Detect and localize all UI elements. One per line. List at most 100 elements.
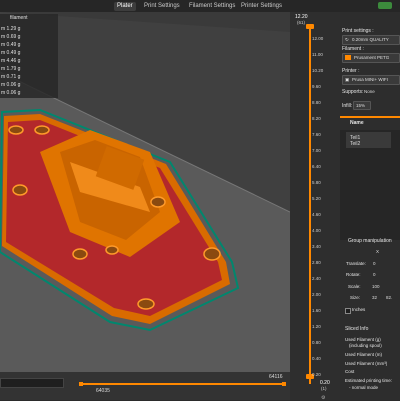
legend-row: m 4.46 g: [1, 58, 21, 64]
layer-tick-label: 2.40: [312, 276, 321, 281]
mount-hole-1: [8, 125, 24, 135]
layer-tick-label: 3.40: [312, 244, 321, 249]
slider-right-value: 64116: [269, 374, 283, 380]
rotate-value[interactable]: 0: [373, 272, 376, 277]
object-item[interactable]: Teil2: [350, 141, 360, 147]
legend-row: m 1.79 g: [1, 66, 21, 72]
legend-row: m 0.49 g: [1, 42, 21, 48]
tab-filament-settings[interactable]: Filament Settings: [186, 2, 238, 11]
size-label: Size:: [350, 295, 361, 300]
layer-tick-label: 8.20: [312, 116, 321, 121]
scale-label: Scale:: [348, 284, 361, 289]
layer-tick-label: 7.00: [312, 148, 321, 153]
refresh-icon: ↻: [345, 37, 349, 42]
filament-value: Prusament PETG: [354, 55, 390, 60]
slider-right-handle[interactable]: [282, 382, 286, 386]
printer-value: Prusa MINI+ WIFI: [352, 77, 388, 82]
slider-top-handle[interactable]: [306, 24, 314, 29]
used-filament-mm3-label: Used Filament (mm³): [345, 361, 388, 366]
printer-icon: ▣: [345, 77, 350, 82]
infill-value: 15%: [356, 103, 366, 108]
legend-row: m 1.29 g: [1, 26, 21, 32]
supports-value[interactable]: None: [364, 89, 375, 94]
object-list-separator: [340, 116, 400, 118]
layer-tick-label: 11.00: [312, 52, 323, 57]
layer-tick-label: 4.00: [312, 228, 321, 233]
slider-left-value: 64035: [96, 388, 110, 394]
print-settings-label: Print settings :: [342, 28, 374, 34]
layer-tick-label: 2.80: [312, 260, 321, 265]
legend-row: m 0.49 g: [1, 50, 21, 56]
slider-top-index: (61): [297, 20, 306, 25]
print-settings-value: 0.20mm QUALITY: [352, 37, 389, 42]
rotate-label: Rotate:: [346, 272, 361, 277]
sliced-info-label: Sliced Info: [345, 326, 369, 332]
object-list-header: Name: [350, 120, 364, 126]
size-value[interactable]: 32: [372, 295, 377, 300]
print-settings-select[interactable]: ↻ 0.20mm QUALITY: [342, 35, 400, 45]
mount-hole-4: [203, 247, 221, 261]
slider-track[interactable]: [309, 26, 311, 384]
used-filament-m-label: Used Filament (m): [345, 352, 383, 357]
legend-row: m 0.69 g: [1, 34, 21, 40]
hinge-hole-2: [150, 196, 166, 208]
layer-tick-label: 9.60: [312, 84, 321, 89]
legend-row: m 0.06 g: [1, 82, 21, 88]
tab-printer-settings[interactable]: Printer Settings: [238, 2, 285, 11]
tab-print-settings[interactable]: Print Settings: [141, 2, 183, 11]
gear-icon[interactable]: ⚙: [321, 395, 325, 401]
layer-tick-label: 10.20: [312, 68, 324, 73]
layer-tick-label: 5.80: [312, 180, 321, 185]
mount-hole-2: [34, 125, 50, 135]
infill-select[interactable]: 15%: [353, 101, 371, 110]
used-filament-g-label: Used Filament (g): [345, 337, 381, 342]
move-slider[interactable]: 64035 64116: [0, 372, 290, 400]
legend-row: m 0.06 g: [1, 90, 21, 96]
group-manipulation-label: Group manipulation: [348, 238, 392, 244]
sidebar: Print settings : ↻ 0.20mm QUALITY Filame…: [340, 12, 400, 400]
cost-label: Cost: [345, 369, 355, 374]
filament-label: Filament :: [342, 46, 364, 52]
used-filament-g-sub: (including spool): [349, 343, 382, 348]
scale-value[interactable]: 100: [372, 284, 380, 289]
legend-panel: filament m 1.29 g m 0.69 g m 0.49 g m 0.…: [0, 14, 58, 98]
legend-row: m 0.71 g: [1, 74, 21, 80]
layer-tick-label: 0.40: [312, 356, 321, 361]
view-type-dropdown[interactable]: [0, 378, 64, 388]
slider-track[interactable]: [82, 383, 282, 385]
slice-indicator[interactable]: [378, 2, 392, 9]
filament-color-swatch: [345, 55, 351, 60]
translate-label: Translate:: [346, 261, 366, 266]
tab-plater[interactable]: Plater: [114, 2, 136, 11]
estimated-time-mode: - normal mode: [349, 385, 379, 390]
layer-slider[interactable]: 12.20 (61) 12.00 11.00 10.20 9.60 8.80 8.20 7.…: [290, 12, 340, 401]
estimated-time-label: Estimated printing time:: [345, 378, 393, 383]
layer-tick-label: 5.20: [312, 196, 321, 201]
supports-label: Supports:: [342, 89, 364, 95]
layer-tick-label: 1.20: [312, 324, 321, 329]
object-list[interactable]: Teil1 Teil2: [340, 130, 400, 240]
layer-tick-label: 0.20: [312, 372, 321, 377]
layer-tick-label: 8.80: [312, 100, 321, 105]
axis-x-label: X: [376, 249, 380, 254]
legend-header: filament: [10, 15, 28, 21]
layer-tick-label: 6.40: [312, 164, 321, 169]
mount-hole-5: [137, 298, 155, 310]
layer-tick-label: 7.60: [312, 132, 321, 137]
layer-tick-label: 4.60: [312, 212, 321, 217]
printer-label: Printer :: [342, 68, 360, 74]
size-value-y[interactable]: 82.: [386, 295, 392, 300]
layer-tick-label: 0.80: [312, 340, 321, 345]
translate-value[interactable]: 0: [373, 261, 376, 266]
printer-select[interactable]: ▣ Prusa MINI+ WIFI: [342, 75, 400, 85]
mount-hole-3: [12, 184, 28, 196]
slider-bottom-index: (1): [321, 386, 327, 391]
filament-select[interactable]: Prusament PETG: [342, 53, 400, 63]
inches-label: Inches: [352, 307, 366, 312]
infill-label: Infill:: [342, 103, 353, 109]
hinge-hole-1: [72, 248, 88, 260]
inches-checkbox[interactable]: [345, 308, 351, 314]
layer-tick-label: 1.60: [312, 308, 321, 313]
layer-tick-label: 2.00: [312, 292, 321, 297]
layer-tick-label: 12.00: [312, 36, 324, 41]
